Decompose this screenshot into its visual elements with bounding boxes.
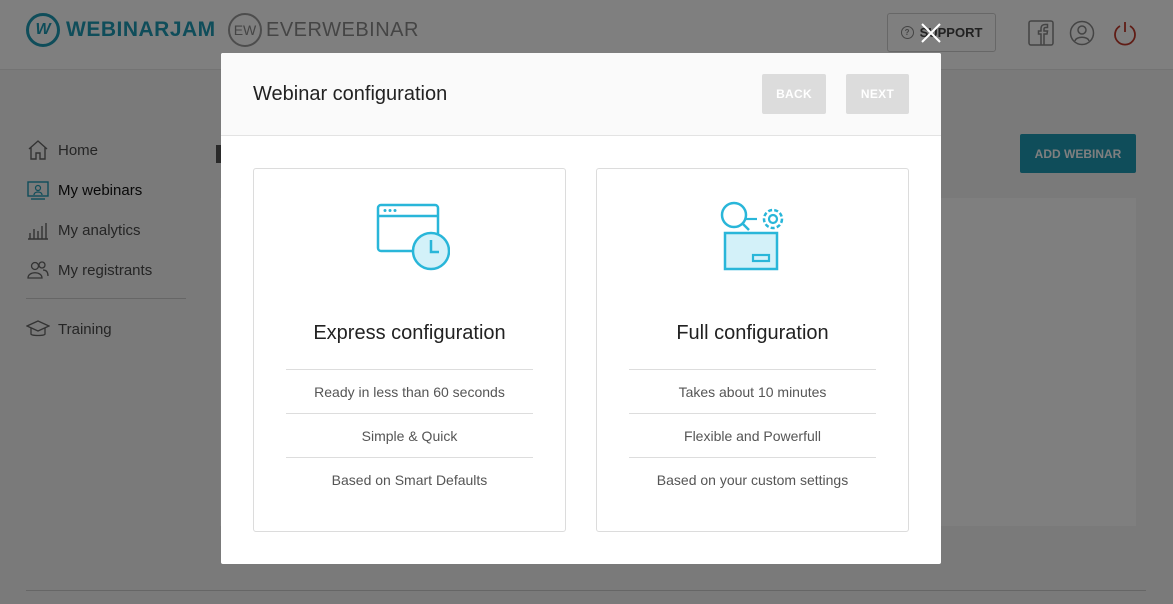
feature-item: Ready in less than 60 seconds — [286, 370, 533, 414]
option-title: Express configuration — [313, 322, 506, 344]
feature-item: Simple & Quick — [286, 414, 533, 458]
close-icon[interactable] — [919, 21, 943, 45]
feature-item: Flexible and Powerfull — [629, 414, 876, 458]
feature-item: Based on Smart Defaults — [331, 472, 488, 488]
browser-clock-icon — [376, 203, 450, 271]
next-button[interactable]: NEXT — [846, 74, 909, 114]
feature-list: Takes about 10 minutes Flexible and Powe… — [629, 369, 876, 502]
full-configuration-card[interactable]: Full configuration Takes about 10 minute… — [596, 168, 909, 532]
feature-item: Based on your custom settings — [656, 472, 849, 488]
search-gear-box-icon — [720, 201, 783, 271]
webinar-configuration-modal: Webinar configuration BACK NEXT Express … — [221, 53, 941, 564]
express-configuration-card[interactable]: Express configuration Ready in less than… — [253, 168, 566, 532]
modal-title: Webinar configuration — [253, 83, 448, 105]
back-button[interactable]: BACK — [762, 74, 826, 114]
option-title: Full configuration — [676, 322, 829, 344]
feature-list: Ready in less than 60 seconds Simple & Q… — [286, 369, 533, 502]
feature-item: Takes about 10 minutes — [629, 370, 876, 414]
modal-header: Webinar configuration BACK NEXT — [221, 53, 941, 136]
